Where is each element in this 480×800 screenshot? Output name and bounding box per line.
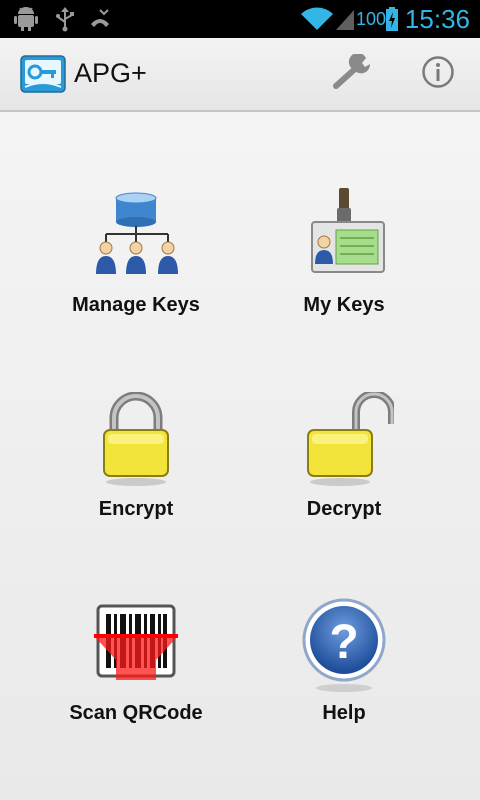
- encrypt-button[interactable]: Encrypt: [36, 391, 236, 572]
- my-keys-button[interactable]: My Keys: [244, 188, 444, 368]
- action-bar: APG+: [0, 38, 480, 112]
- tile-label: Manage Keys: [72, 294, 200, 316]
- manage-keys-button[interactable]: Manage Keys: [36, 188, 236, 368]
- signal-icon: [334, 6, 356, 32]
- dashboard-grid: Manage Keys My Keys Encrypt Decrypt Scan…: [0, 112, 480, 800]
- app-logo-icon: [20, 55, 66, 93]
- wrench-icon: [332, 52, 376, 95]
- tile-label: Decrypt: [306, 498, 382, 520]
- my-keys-icon: [294, 188, 394, 288]
- wifi-icon: [300, 6, 334, 32]
- battery-icon: [386, 6, 398, 32]
- svg-text:?: ?: [329, 616, 358, 669]
- settings-button[interactable]: [332, 52, 376, 95]
- info-icon: [421, 55, 455, 94]
- info-button[interactable]: [418, 54, 458, 94]
- tile-label: My Keys: [303, 294, 385, 316]
- tile-label: Scan QRCode: [69, 702, 203, 724]
- help-button[interactable]: ? Help: [244, 596, 444, 776]
- status-bar: 100 15:36: [0, 0, 480, 38]
- lock-closed-icon: [86, 391, 186, 492]
- decrypt-button[interactable]: Decrypt: [244, 390, 444, 572]
- scan-qrcode-button[interactable]: Scan QRCode: [36, 596, 236, 776]
- tile-label: Encrypt: [98, 498, 174, 520]
- battery-level-text: 100: [355, 9, 386, 29]
- missed-call-icon: [88, 6, 112, 32]
- clock: 15:36: [404, 4, 470, 34]
- manage-keys-icon: [86, 188, 186, 288]
- tile-label: Help: [322, 702, 366, 724]
- usb-icon: [54, 6, 76, 32]
- android-debug-icon: [14, 6, 38, 32]
- barcode-scanner-icon: [86, 596, 186, 696]
- lock-open-icon: [294, 390, 396, 492]
- help-icon: ?: [294, 596, 394, 696]
- app-title: APG+: [74, 58, 147, 88]
